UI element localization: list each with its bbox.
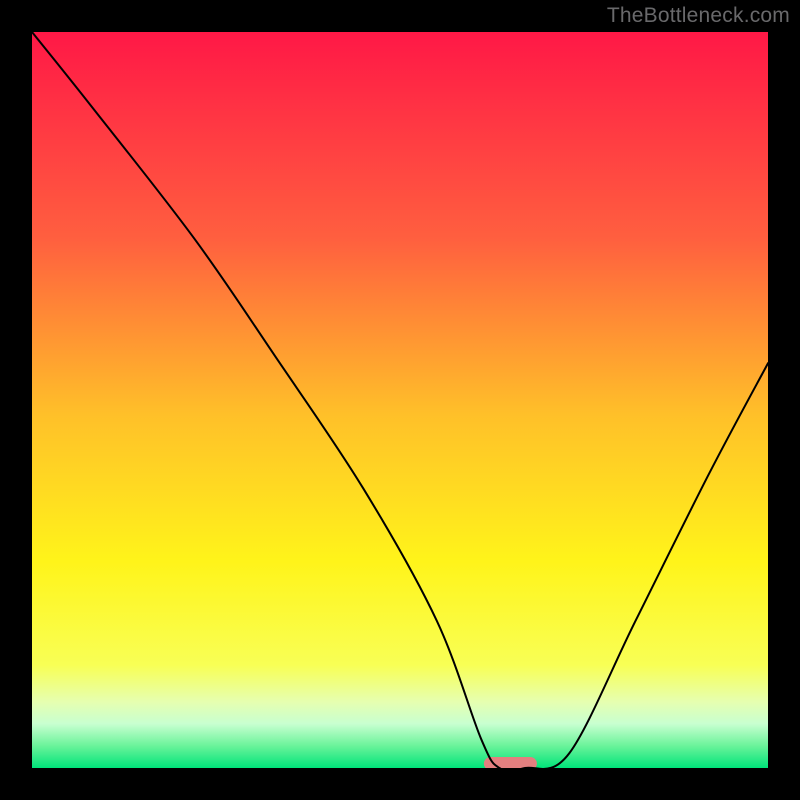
- chart-frame: TheBottleneck.com: [0, 0, 800, 800]
- watermark-label: TheBottleneck.com: [607, 4, 790, 28]
- chart-svg: [32, 32, 768, 768]
- gradient-background: [32, 32, 768, 768]
- plot-area: [32, 32, 768, 768]
